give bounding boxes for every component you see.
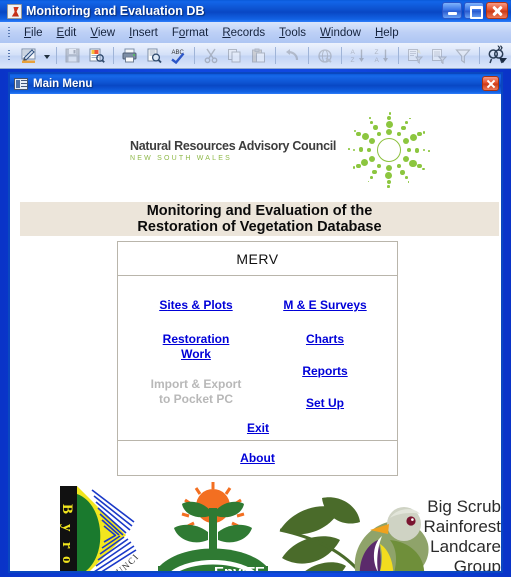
cut-icon[interactable] bbox=[200, 45, 222, 67]
merv-link-charts[interactable]: Charts bbox=[265, 332, 385, 347]
partner-logos-area: B y r o n SHIRE COUNCIL bbox=[10, 476, 501, 571]
window-controls bbox=[442, 2, 508, 19]
merv-link-import-and-export-to-pocket-pc: Import & Export to Pocket PC bbox=[150, 377, 242, 406]
apply-filter-icon[interactable] bbox=[452, 45, 474, 67]
nrac-org-name: Natural Resources Advisory Council bbox=[130, 138, 337, 153]
form-icon bbox=[14, 78, 28, 90]
merv-link-exit[interactable]: Exit bbox=[198, 421, 318, 436]
menu-item-insert[interactable]: Insert bbox=[122, 25, 165, 41]
print-preview-icon[interactable] bbox=[143, 45, 165, 67]
merv-link-restoration-work[interactable]: Restoration Work bbox=[132, 332, 260, 362]
main-menu-title-bar: Main Menu bbox=[10, 74, 501, 94]
toolbar-separator bbox=[113, 47, 114, 64]
filter-by-form-icon[interactable] bbox=[428, 45, 450, 67]
merv-link-sites-and-plots[interactable]: Sites & Plots bbox=[136, 298, 256, 313]
copy-icon[interactable] bbox=[224, 45, 246, 67]
merv-footer: About bbox=[118, 440, 397, 475]
sort-ascending-icon[interactable]: AZ bbox=[347, 45, 369, 67]
merv-link-m-and-e-surveys[interactable]: M & E Surveys bbox=[265, 298, 385, 313]
minimize-button[interactable] bbox=[442, 2, 462, 19]
toolbar-separator bbox=[308, 47, 309, 64]
database-title-banner: Monitoring and Evaluation of the Restora… bbox=[20, 202, 499, 236]
close-button[interactable] bbox=[486, 2, 508, 19]
byron-logo-word-byron: B bbox=[59, 504, 75, 514]
svg-text:y: y bbox=[59, 524, 75, 532]
application-title: Monitoring and Evaluation DB bbox=[26, 4, 205, 18]
standard-toolbar: ABC AZ ZA bbox=[0, 42, 511, 69]
merv-switchboard-panel: MERV Sites & Plots M & E Surveys Restora… bbox=[117, 241, 398, 476]
print-icon[interactable] bbox=[119, 45, 141, 67]
svg-text:A: A bbox=[375, 57, 380, 64]
header-logo-area: Natural Resources Advisory Council NEW S… bbox=[10, 94, 501, 189]
toolbar-grip[interactable] bbox=[6, 49, 14, 63]
bigscrub-line-3: Landcare bbox=[430, 537, 501, 556]
merv-about-label: About bbox=[240, 450, 275, 465]
access-database-icon bbox=[7, 3, 22, 19]
byron-shire-council-logo: B y r o n SHIRE COUNCIL bbox=[27, 476, 148, 571]
application-title-bar: Monitoring and Evaluation DB bbox=[0, 0, 511, 22]
menu-item-tools[interactable]: Tools bbox=[272, 25, 313, 41]
undo-icon[interactable] bbox=[281, 45, 303, 67]
envite-environment-logo: EnviTE Environment bbox=[158, 480, 268, 571]
merv-link-about[interactable]: About bbox=[240, 451, 275, 466]
main-menu-title: Main Menu bbox=[33, 78, 93, 90]
menu-item-view[interactable]: View bbox=[83, 25, 122, 41]
paste-icon[interactable] bbox=[248, 45, 270, 67]
toolbar-separator bbox=[56, 47, 57, 64]
toolbar-separator bbox=[341, 47, 342, 64]
merv-heading: MERV bbox=[118, 242, 397, 276]
menu-item-file[interactable]: File bbox=[17, 25, 50, 41]
main-menu-close-button[interactable] bbox=[482, 76, 499, 91]
menu-item-records[interactable]: Records bbox=[215, 25, 272, 41]
nrac-logo: Natural Resources Advisory Council NEW S… bbox=[130, 111, 432, 189]
bigscrub-line-4: Group bbox=[454, 557, 501, 571]
merv-links-grid: Sites & Plots M & E Surveys Restoration W… bbox=[118, 276, 397, 440]
main-menu-form-body: Natural Resources Advisory Council NEW S… bbox=[10, 94, 501, 571]
big-scrub-rainforest-landcare-group-logo: Big Scrub Rainforest Landcare Group bbox=[278, 488, 501, 571]
toolbar-separator bbox=[479, 47, 480, 64]
svg-text:A: A bbox=[351, 49, 356, 56]
view-dropdown-caret-icon[interactable] bbox=[41, 45, 52, 67]
toolbar-options-button[interactable] bbox=[496, 42, 509, 68]
svg-text:r: r bbox=[59, 542, 75, 549]
nrac-logo-text: Natural Resources Advisory Council NEW S… bbox=[130, 139, 346, 162]
menu-bar: File Edit View Insert Format Records Too… bbox=[0, 22, 511, 43]
toolbar-separator bbox=[275, 47, 276, 64]
design-view-icon[interactable] bbox=[18, 45, 40, 67]
banner-line-2: Restoration of Vegetation Database bbox=[137, 219, 382, 235]
bigscrub-line-1: Big Scrub bbox=[427, 497, 501, 516]
main-menu-form-window: Main Menu Natural Resources Advisory Cou… bbox=[8, 72, 503, 573]
nrac-org-region: NEW SOUTH WALES bbox=[130, 154, 232, 162]
menu-bar-grip[interactable] bbox=[6, 26, 14, 40]
bigscrub-line-2: Rainforest bbox=[424, 517, 501, 536]
save-icon[interactable] bbox=[62, 45, 84, 67]
banner-line-1: Monitoring and Evaluation of the bbox=[146, 203, 373, 219]
svg-text:Z: Z bbox=[351, 57, 355, 64]
maximize-button[interactable] bbox=[464, 2, 484, 19]
merv-link-reports[interactable]: Reports bbox=[265, 364, 385, 379]
sort-descending-icon[interactable]: ZA bbox=[371, 45, 393, 67]
application-window: Monitoring and Evaluation DB File Edit V… bbox=[0, 0, 511, 577]
sunburst-ring bbox=[377, 138, 402, 162]
insert-hyperlink-icon[interactable] bbox=[314, 45, 336, 67]
toolbar-separator bbox=[398, 47, 399, 64]
menu-item-format[interactable]: Format bbox=[165, 25, 215, 41]
spelling-icon[interactable]: ABC bbox=[167, 45, 189, 67]
toolbar-separator bbox=[194, 47, 195, 64]
svg-text:Z: Z bbox=[375, 49, 379, 56]
menu-item-edit[interactable]: Edit bbox=[50, 25, 84, 41]
menu-item-window[interactable]: Window bbox=[313, 25, 368, 41]
file-search-icon[interactable] bbox=[86, 45, 108, 67]
envite-logo-name: EnviTE bbox=[214, 564, 265, 571]
merv-link-set-up[interactable]: Set Up bbox=[265, 396, 385, 411]
filter-by-selection-icon[interactable] bbox=[404, 45, 426, 67]
sunburst-icon bbox=[346, 111, 432, 189]
menu-item-help[interactable]: Help bbox=[368, 25, 406, 41]
svg-text:o: o bbox=[59, 556, 75, 564]
